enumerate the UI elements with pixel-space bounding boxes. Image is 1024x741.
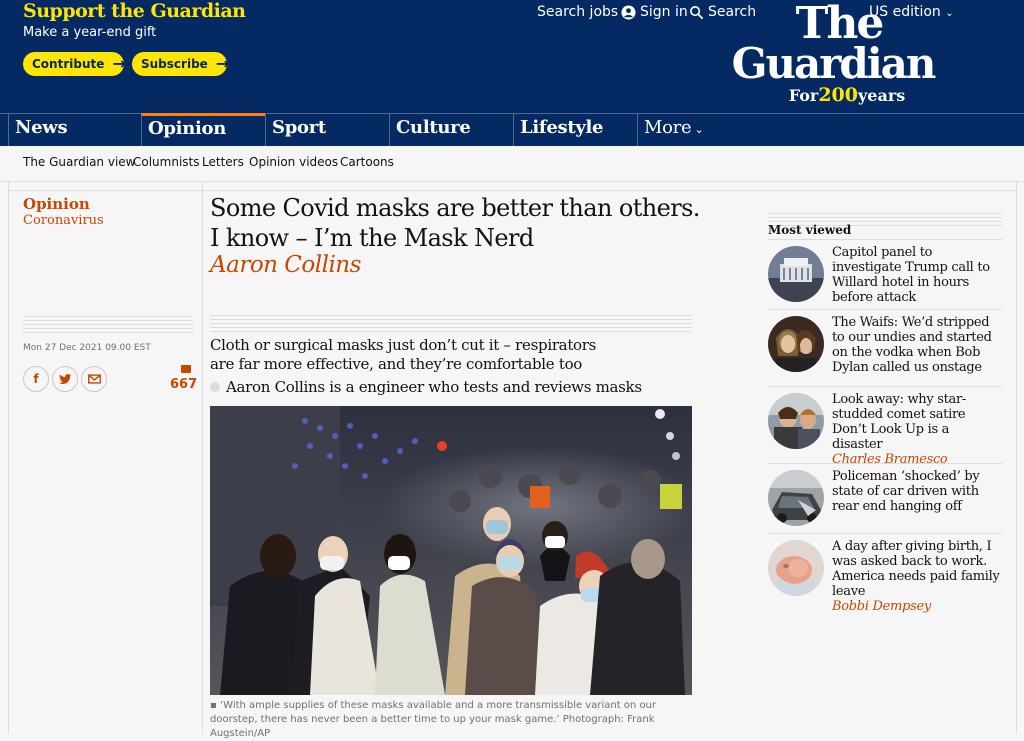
most-viewed-thumbnail — [768, 316, 824, 372]
contribute-button[interactable]: Contribute → — [23, 52, 126, 76]
search-jobs-link[interactable]: Search jobs — [537, 4, 618, 20]
twitter-icon — [58, 373, 71, 384]
most-viewed-headline: Look away: why star-studded comet satire… — [832, 392, 1002, 467]
logo-guardian: Guardian — [731, 39, 937, 88]
site-header: Support the Guardian Make a year-end gif… — [0, 0, 1024, 113]
nav-more[interactable]: More ⌄ — [637, 114, 1024, 147]
most-viewed-thumbnail — [768, 540, 824, 596]
meta-rule — [23, 316, 193, 336]
edition-switcher[interactable]: US edition ⌄ — [869, 4, 954, 20]
camera-icon: ▪ — [210, 700, 220, 711]
nav-item-opinion[interactable]: Opinion — [141, 113, 265, 146]
nav-item-lifestyle[interactable]: Lifestyle — [513, 114, 637, 147]
crowd-photo — [210, 406, 692, 695]
search-jobs-label: Search jobs — [537, 4, 619, 20]
most-viewed-author: Bobbi Dempsey — [832, 599, 931, 614]
divider — [8, 182, 9, 734]
chevron-down-icon: ⌄ — [945, 8, 954, 19]
edition-label: US edition — [869, 4, 941, 20]
nav-item-culture[interactable]: Culture — [389, 114, 513, 147]
most-viewed-thumbnail — [768, 393, 824, 449]
most-viewed-thumbnail — [768, 470, 824, 526]
main-nav: News Opinion Sport Culture Lifestyle Mor… — [0, 113, 1024, 147]
most-viewed-item[interactable]: Look away: why star-studded comet satire… — [768, 386, 1002, 467]
most-viewed-title: Most viewed — [768, 223, 852, 237]
image-caption-text: ‘With ample supplies of these masks avai… — [210, 700, 657, 739]
signin-link[interactable]: Sign in — [621, 4, 688, 20]
article-standfirst: Cloth or surgical masks just don’t cut i… — [210, 336, 597, 373]
section-kicker[interactable]: Opinion — [23, 195, 90, 213]
author-bio: Aaron Collins is a engineer who tests an… — [210, 378, 642, 396]
twitter-share-button[interactable] — [52, 366, 78, 392]
divider — [1016, 182, 1017, 734]
series-tag[interactable]: Coronavirus — [23, 213, 104, 228]
email-icon — [87, 374, 101, 384]
dateline: Mon 27 Dec 2021 09.00 EST — [23, 343, 151, 353]
subscribe-label: Subscribe — [141, 57, 208, 71]
sub-nav: The Guardian view Columnists Letters Opi… — [0, 146, 1024, 182]
subnav-item-cartoons[interactable]: Cartoons — [340, 155, 394, 169]
facebook-share-button[interactable]: f — [23, 366, 49, 392]
bullet-icon — [210, 382, 220, 392]
most-viewed-thumbnail — [768, 246, 824, 302]
most-viewed-headline: A day after giving birth, I was asked ba… — [832, 539, 1002, 614]
nav-item-sport[interactable]: Sport — [265, 114, 389, 147]
most-viewed-item[interactable]: Policeman ‘shocked’ by state of car driv… — [768, 463, 1002, 533]
divider — [8, 190, 1016, 191]
most-viewed-headline: The Waifs: We’d stripped to our undies a… — [832, 315, 992, 375]
most-viewed-headline: Capitol panel to investigate Trump call … — [832, 245, 990, 305]
divider — [202, 182, 203, 734]
support-title: Support the Guardian — [23, 0, 246, 22]
nav-item-news[interactable]: News — [8, 114, 141, 147]
most-viewed-item[interactable]: Capitol panel to investigate Trump call … — [768, 239, 1002, 309]
subnav-item-columnists[interactable]: Columnists — [133, 155, 200, 169]
subnav-item-opinion-videos[interactable]: Opinion videos — [249, 155, 338, 169]
image-caption: ▪ ‘With ample supplies of these masks av… — [210, 699, 700, 741]
comment-count[interactable]: 667 — [170, 377, 197, 392]
email-share-button[interactable] — [81, 366, 107, 392]
arrow-right-icon: → — [215, 54, 230, 73]
contribute-label: Contribute — [32, 57, 105, 71]
subnav-item-guardian-view[interactable]: The Guardian view — [23, 155, 135, 169]
comment-icon — [181, 365, 191, 373]
signin-label: Sign in — [640, 4, 688, 20]
chevron-down-icon: ⌄ — [691, 123, 704, 136]
nav-more-label: More — [644, 117, 692, 138]
subnav-item-letters[interactable]: Letters — [202, 155, 244, 169]
article-byline[interactable]: Aaron Collins — [210, 252, 361, 278]
most-viewed-item[interactable]: A day after giving birth, I was asked ba… — [768, 533, 1002, 623]
facebook-icon: f — [33, 372, 39, 386]
article-headline: Some Covid masks are better than others.… — [210, 194, 700, 252]
most-viewed-item[interactable]: The Waifs: We’d stripped to our undies a… — [768, 309, 1002, 386]
most-viewed-headline: Policeman ‘shocked’ by state of car driv… — [832, 469, 980, 514]
search-icon — [690, 5, 704, 19]
author-bio-text: Aaron Collins is a engineer who tests an… — [226, 378, 642, 396]
user-icon — [621, 4, 636, 20]
support-subtitle: Make a year-end gift — [23, 25, 157, 40]
headline-rule — [210, 315, 692, 335]
article-main-image[interactable] — [210, 406, 692, 695]
subscribe-button[interactable]: Subscribe → — [132, 52, 230, 76]
arrow-right-icon: → — [112, 54, 126, 73]
